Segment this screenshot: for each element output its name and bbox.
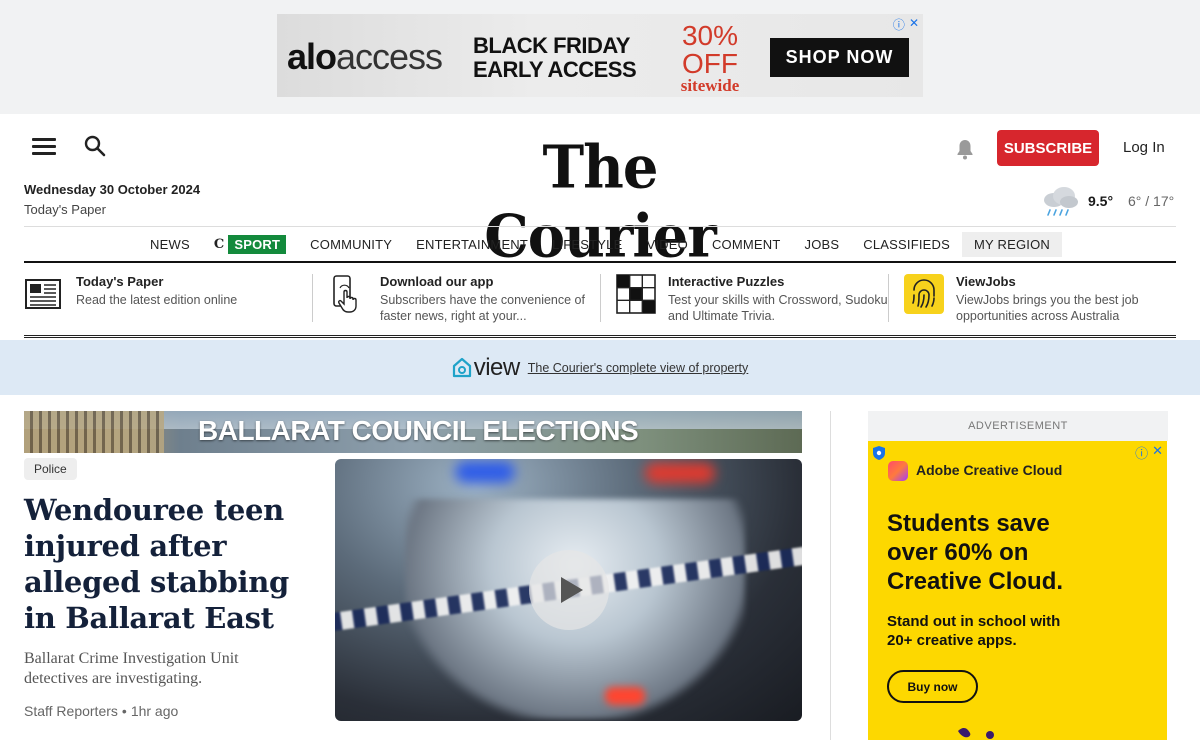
subscribe-button[interactable]: SUBSCRIBE	[997, 130, 1099, 166]
nav-entertainment[interactable]: ENTERTAINMENT	[404, 232, 540, 257]
ad-info-icon[interactable]: ⓘ	[893, 16, 905, 33]
view-property-link[interactable]: The Courier's complete view of property	[528, 361, 749, 375]
shop-now-button[interactable]: SHOP NOW	[770, 38, 909, 77]
promo-desc: Test your skills with Crossword, Sudoku …	[668, 293, 888, 323]
promo-todays-paper[interactable]: Today's Paper Read the latest edition on…	[24, 264, 312, 335]
weather-range: 6° / 17°	[1128, 193, 1175, 209]
lead-standfirst: Ballarat Crime Investigation Unit detect…	[24, 650, 239, 687]
nav-jobs[interactable]: JOBS	[793, 232, 852, 257]
nav-lifestyle[interactable]: LIFESTYLE	[540, 232, 634, 257]
council-elections-banner[interactable]: BALLARAT COUNCIL ELECTIONS	[24, 411, 802, 453]
nav-my-region[interactable]: MY REGION	[962, 231, 1062, 257]
side-ad-subtext: Stand out in school with 20+ creative ap…	[887, 613, 1061, 649]
nav-video[interactable]: VIDEO	[634, 232, 699, 257]
ad-offer: 30% OFF sitewide	[680, 20, 740, 95]
ad-brand: aloaccess	[287, 36, 443, 77]
house-search-icon	[452, 357, 471, 377]
ad-headline: BLACK FRIDAY EARLY ACCESS	[473, 33, 637, 82]
todays-paper-link[interactable]: Today's Paper	[24, 202, 106, 217]
top-banner-ad[interactable]: aloaccess BLACK FRIDAY EARLY ACCESS 30% …	[277, 14, 923, 97]
courier-mark-icon: C	[213, 236, 225, 252]
lead-headline[interactable]: Wendouree teen injured after alleged sta…	[24, 492, 304, 636]
elections-banner-title: BALLARAT COUNCIL ELECTIONS	[198, 415, 639, 446]
promo-title: Download our app	[380, 274, 494, 289]
sport-badge: SPORT	[228, 234, 287, 254]
nav-community[interactable]: COMMUNITY	[298, 232, 404, 257]
current-date: Wednesday 30 October 2024	[24, 182, 201, 197]
story-tag[interactable]: Police	[24, 458, 77, 480]
byline-author[interactable]: Staff Reporters	[24, 703, 118, 719]
ad-info-icon[interactable]: ⓘ	[1135, 443, 1148, 462]
phone-tap-icon	[333, 275, 357, 313]
side-ad-controls: ⓘ ✕	[1135, 443, 1163, 462]
promo-interactive-puzzles[interactable]: Interactive Puzzles Test your skills wit…	[600, 264, 888, 335]
login-link[interactable]: Log In	[1123, 139, 1165, 156]
promo-desc: ViewJobs brings you the best job opportu…	[956, 293, 1139, 323]
side-ad[interactable]: ⓘ ✕ Adobe Creative Cloud Students save o…	[868, 441, 1167, 740]
fingerprint-icon	[904, 274, 944, 314]
adchoices-shield-icon[interactable]	[872, 445, 886, 461]
nav-comment[interactable]: COMMENT	[700, 232, 793, 257]
creative-cloud-logo-icon	[888, 461, 908, 481]
side-ad-brand: Adobe Creative Cloud	[916, 462, 1063, 478]
buy-now-button[interactable]: Buy now	[887, 670, 978, 703]
search-icon[interactable]	[83, 134, 107, 158]
promo-title: Interactive Puzzles	[668, 274, 785, 289]
top-ad-strip: aloaccess BLACK FRIDAY EARLY ACCESS 30% …	[0, 0, 1200, 114]
promo-viewjobs[interactable]: ViewJobs ViewJobs brings you the best jo…	[888, 264, 1176, 335]
site-header: Wednesday 30 October 2024 Today's Paper …	[0, 114, 1200, 271]
promo-desc: Subscribers have the convenience of fast…	[380, 293, 585, 323]
ad-close-icon[interactable]: ✕	[1152, 443, 1163, 462]
ad-controls: ⓘ ✕	[893, 16, 919, 33]
lead-byline: Staff Reporters • 1hr ago	[24, 703, 179, 719]
promo-desc: Read the latest edition online	[76, 293, 238, 307]
ad-close-icon[interactable]: ✕	[909, 16, 919, 33]
promo-download-app[interactable]: Download our app Subscribers have the co…	[312, 264, 600, 335]
advertisement-label: ADVERTISEMENT	[868, 411, 1168, 441]
view-property-banner[interactable]: view The Courier's complete view of prop…	[0, 340, 1200, 395]
promo-row: Today's Paper Read the latest edition on…	[24, 264, 1176, 338]
promo-title: ViewJobs	[956, 274, 1016, 289]
newspaper-icon	[25, 279, 61, 309]
nav-sport[interactable]: C SPORT	[202, 232, 298, 257]
notification-bell-icon[interactable]	[955, 138, 975, 160]
decorative-shapes	[958, 727, 994, 739]
side-ad-headline: Students save over 60% on Creative Cloud…	[887, 510, 1064, 595]
main-nav: NEWS C SPORT COMMUNITY ENTERTAINMENT LIF…	[24, 226, 1176, 263]
promo-title: Today's Paper	[76, 274, 164, 289]
column-divider	[830, 411, 831, 740]
weather-current-temp: 9.5°	[1088, 193, 1114, 209]
lead-video-thumbnail[interactable]	[335, 459, 802, 721]
nav-classifieds[interactable]: CLASSIFIEDS	[851, 232, 962, 257]
nav-news[interactable]: NEWS	[138, 232, 202, 257]
crossword-icon	[616, 274, 656, 314]
view-logo: view	[452, 354, 520, 382]
play-icon[interactable]	[529, 550, 609, 630]
rain-cloud-icon	[1044, 187, 1078, 216]
byline-time: 1hr ago	[130, 703, 179, 719]
menu-icon[interactable]	[32, 138, 56, 156]
